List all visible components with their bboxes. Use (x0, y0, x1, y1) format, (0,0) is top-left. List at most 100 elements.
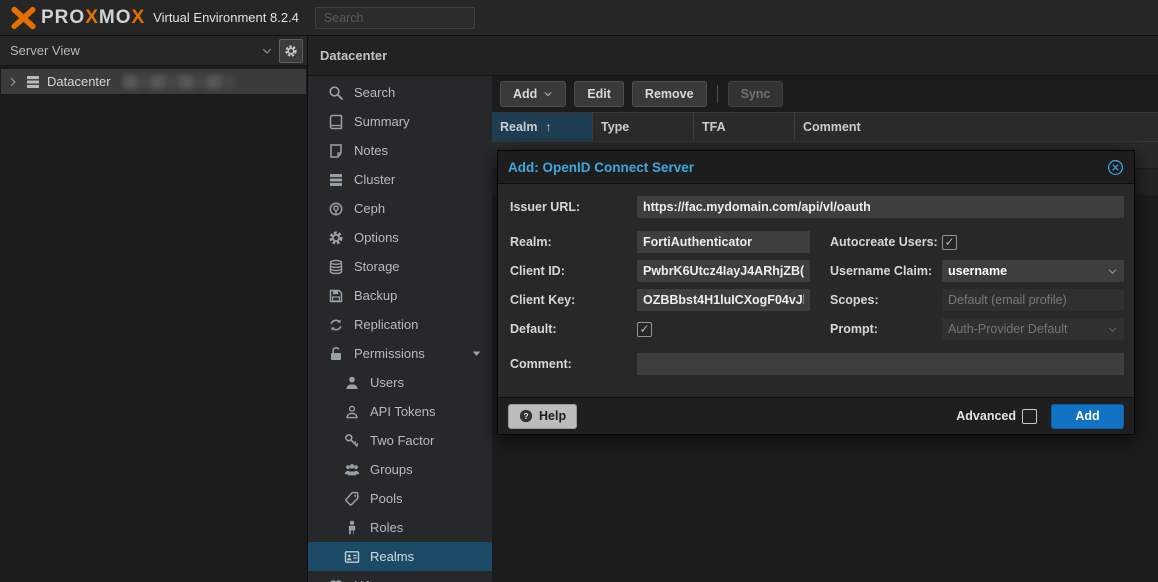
gear-icon (328, 230, 344, 246)
top-header: PROXMOX Virtual Environment 8.2.4 (0, 0, 1158, 36)
advanced-checkbox[interactable] (1022, 409, 1037, 424)
comment-row: Comment: (510, 353, 1124, 375)
sidebar-item-roles[interactable]: Roles (308, 513, 492, 542)
default-label: Default: (510, 322, 637, 336)
sidebar-item-backup[interactable]: Backup (308, 281, 492, 310)
user-icon (344, 375, 360, 391)
proxmox-logo: PROXMOX (10, 6, 145, 30)
prompt-label: Prompt: (830, 322, 957, 336)
tree-settings-button[interactable] (279, 39, 303, 63)
client-key-input[interactable] (637, 289, 810, 311)
chevron-down-icon (1107, 266, 1118, 277)
sidebar-item-storage[interactable]: Storage (308, 252, 492, 281)
proxmox-x-icon (10, 6, 37, 30)
male-icon (344, 520, 360, 536)
view-selector[interactable]: Server View (10, 39, 273, 63)
chevron-right-icon[interactable] (7, 76, 19, 88)
autocreate-users-label: Autocreate Users: (830, 235, 957, 249)
column-header-comment[interactable]: Comment (795, 113, 1158, 141)
datacenter-menu: SearchSummaryNotesClusterCephOptionsStor… (308, 76, 492, 582)
column-header-type[interactable]: Type (593, 113, 694, 141)
dialog-title: Add: OpenID Connect Server (508, 160, 694, 175)
storage-icon (328, 259, 344, 275)
column-header-realm[interactable]: Realm↑ (492, 113, 593, 141)
toolbar-separator (717, 85, 718, 103)
realm-label: Realm: (510, 235, 637, 249)
tree-item-label: Datacenter (47, 74, 111, 89)
idcard-icon (344, 549, 360, 565)
column-header-tfa[interactable]: TFA (694, 113, 795, 141)
sidebar-item-ha[interactable]: HA (308, 571, 492, 582)
autocreate-users-checkbox[interactable] (942, 235, 957, 250)
search-icon (328, 85, 344, 101)
breadcrumb: Datacenter (308, 36, 1158, 76)
username-claim-label: Username Claim: (830, 264, 957, 278)
sidebar-item-summary[interactable]: Summary (308, 107, 492, 136)
question-circle-icon (519, 409, 533, 423)
sidebar-item-ceph[interactable]: Ceph (308, 194, 492, 223)
brand-wordmark: PROXMOX (41, 7, 145, 29)
dialog-field-grid: Realm: Autocreate Users: Client ID: User… (510, 231, 1124, 340)
client-id-input[interactable] (637, 260, 810, 282)
resource-tree: Datacenter (0, 66, 307, 94)
realms-table-header: Realm↑TypeTFAComment (492, 112, 1158, 142)
sidebar-item-search[interactable]: Search (308, 78, 492, 107)
username-claim-select[interactable]: username (942, 260, 1124, 282)
sidebar-item-cluster[interactable]: Cluster (308, 165, 492, 194)
dialog-add-button[interactable]: Add (1051, 404, 1124, 429)
realm-input[interactable] (637, 231, 810, 253)
add-button[interactable]: Add (500, 81, 566, 107)
default-checkbox[interactable] (637, 322, 652, 337)
user-o-icon (344, 404, 360, 420)
help-button[interactable]: Help (508, 404, 577, 429)
sidebar-item-permissions[interactable]: Permissions (308, 339, 492, 368)
caret-down-icon (471, 348, 482, 359)
close-icon[interactable] (1107, 159, 1124, 176)
prompt-select[interactable]: Auth-Provider Default (942, 318, 1124, 340)
sidebar-item-replication[interactable]: Replication (308, 310, 492, 339)
scopes-input[interactable] (942, 289, 1124, 311)
tree-item-datacenter[interactable]: Datacenter (1, 69, 306, 94)
gear-icon (284, 44, 298, 58)
redacted-node-name (123, 75, 235, 89)
issuer-url-row: Issuer URL: (510, 196, 1124, 218)
advanced-label: Advanced (956, 409, 1016, 423)
datacenter-icon (25, 74, 41, 90)
chevron-down-icon (261, 45, 273, 57)
sidebar-item-options[interactable]: Options (308, 223, 492, 252)
chevron-down-icon (1107, 324, 1118, 335)
dialog-titlebar[interactable]: Add: OpenID Connect Server (498, 151, 1134, 184)
add-openid-dialog: Add: OpenID Connect Server Issuer URL: R… (497, 150, 1135, 435)
client-key-label: Client Key: (510, 293, 637, 307)
issuer-url-input[interactable] (637, 196, 1124, 218)
book-icon (328, 114, 344, 130)
note-icon (328, 143, 344, 159)
dialog-body: Issuer URL: Realm: Autocreate Users: Cli… (498, 184, 1134, 397)
view-selector-label: Server View (10, 43, 80, 58)
sidebar-item-api-tokens[interactable]: API Tokens (308, 397, 492, 426)
cluster-icon (328, 172, 344, 188)
comment-input[interactable] (637, 353, 1124, 375)
sidebar-item-groups[interactable]: Groups (308, 455, 492, 484)
issuer-url-label: Issuer URL: (510, 200, 637, 214)
sidebar-item-notes[interactable]: Notes (308, 136, 492, 165)
scopes-label: Scopes: (830, 293, 957, 307)
edit-button[interactable]: Edit (574, 81, 624, 107)
sidebar-item-realms[interactable]: Realms (308, 542, 492, 571)
realms-toolbar: Add Edit Remove Sync (492, 76, 1158, 112)
sidebar-item-pools[interactable]: Pools (308, 484, 492, 513)
version-subtitle: Virtual Environment 8.2.4 (153, 10, 299, 25)
dialog-footer: Help Advanced Add (498, 397, 1134, 434)
backup-icon (328, 288, 344, 304)
sidebar-item-users[interactable]: Users (308, 368, 492, 397)
key-icon (344, 433, 360, 449)
chevron-down-icon (543, 89, 553, 99)
tag-icon (344, 491, 360, 507)
heart-icon (328, 578, 344, 582)
client-id-label: Client ID: (510, 264, 637, 278)
left-panel: Server View Datacenter (0, 36, 308, 582)
remove-button[interactable]: Remove (632, 81, 707, 107)
sync-button[interactable]: Sync (728, 81, 784, 107)
global-search-input[interactable] (315, 7, 475, 29)
sidebar-item-two-factor[interactable]: Two Factor (308, 426, 492, 455)
